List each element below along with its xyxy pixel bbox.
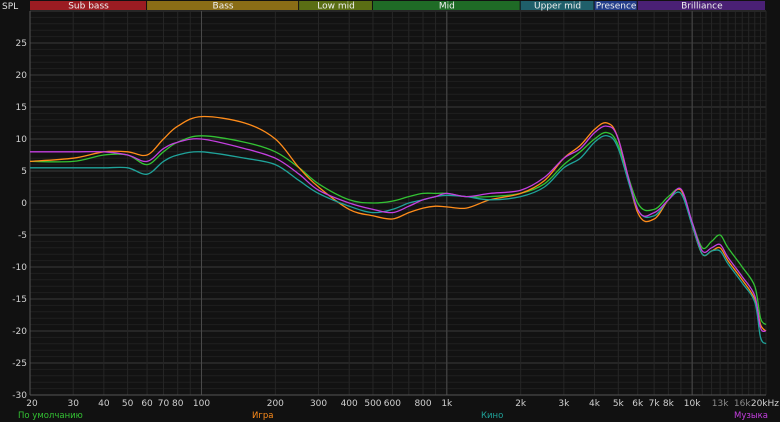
- band-label: Bass: [213, 2, 234, 12]
- x-tick-label: 600: [384, 399, 401, 409]
- band-label: Presence: [596, 2, 637, 12]
- x-tick-label: 70: [158, 399, 170, 409]
- y-tick-label: -20: [12, 327, 27, 337]
- x-tick-label: 7k: [649, 399, 661, 409]
- y-axis-ticks: 25 20 15 10 5 0 -5 -10 -15 -20 -25 -30: [12, 39, 27, 401]
- frequency-response-chart: Sub bass Bass Low mid Mid Upper mid Presence B…: [2, 1, 779, 421]
- x-tick-label: 2k: [515, 399, 527, 409]
- y-tick-label: -25: [12, 359, 27, 369]
- legend-entry: Кино: [481, 411, 503, 421]
- band-label: Low mid: [317, 2, 355, 12]
- x-tick-label: 800: [414, 399, 431, 409]
- x-tick-label: 200: [267, 399, 284, 409]
- x-tick-label: 20: [26, 399, 38, 409]
- y-tick-label: 0: [21, 199, 27, 209]
- legend-entry: По умолчанию: [18, 411, 83, 421]
- y-tick-label: -30: [12, 391, 27, 401]
- x-tick-label: 4k: [589, 399, 601, 409]
- y-tick-label: 25: [16, 39, 27, 49]
- y-axis-label: SPL: [2, 2, 18, 12]
- x-tick-label: 20kHz: [751, 399, 779, 409]
- legend-entry: Музыка: [734, 411, 768, 421]
- x-tick-label: 6k: [632, 399, 644, 409]
- x-tick-label: 3k: [558, 399, 570, 409]
- x-tick-label: 60: [141, 399, 153, 409]
- y-tick-label: 10: [16, 135, 28, 145]
- x-tick-label: 10k: [684, 399, 701, 409]
- x-tick-label: 300: [310, 399, 327, 409]
- y-tick-label: 20: [16, 71, 28, 81]
- y-tick-label: -5: [18, 231, 27, 241]
- y-tick-label: -15: [12, 295, 27, 305]
- band-label: Brilliance: [681, 2, 723, 12]
- x-tick-label: 50: [122, 399, 134, 409]
- x-tick-label: 1k: [441, 399, 453, 409]
- legend: По умолчанию Игра Кино Музыка: [18, 411, 768, 421]
- band-label: Mid: [439, 2, 455, 12]
- legend-entry: Игра: [252, 411, 273, 421]
- x-tick-label: 100: [193, 399, 210, 409]
- x-tick-label: 13k: [712, 399, 729, 409]
- grid: [29, 10, 767, 396]
- band-label: Upper mid: [534, 2, 581, 12]
- frequency-bands: Sub bass Bass Low mid Mid Upper mid Presence B…: [30, 1, 765, 12]
- x-tick-label: 500: [364, 399, 381, 409]
- x-tick-label: 80: [172, 399, 184, 409]
- x-tick-label: 8k: [663, 399, 675, 409]
- x-tick-label: 30: [67, 399, 79, 409]
- y-tick-label: 5: [21, 167, 27, 177]
- x-axis-ticks: 20 30 40 50 60 70 80 100 200 300 400 500 600 800 1k 2k 3…: [26, 399, 779, 409]
- x-tick-label: 40: [98, 399, 110, 409]
- x-tick-label: 16k: [734, 399, 751, 409]
- x-tick-label: 5k: [613, 399, 625, 409]
- x-tick-label: 400: [341, 399, 358, 409]
- y-tick-label: -10: [12, 263, 27, 273]
- y-tick-label: 15: [16, 103, 27, 113]
- band-label: Sub bass: [68, 2, 109, 12]
